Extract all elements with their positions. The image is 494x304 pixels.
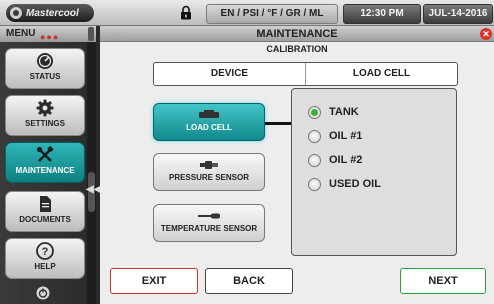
panel-header: ○○○ MAINTENANCE ✕ xyxy=(100,26,494,42)
sidebar-item-documents[interactable]: DOCUMENTS xyxy=(5,191,85,232)
load-cell-button[interactable]: LOAD CELL xyxy=(153,103,265,141)
maintenance-panel: ○○○ MAINTENANCE ✕ CALIBRATION DEVICE LOA… xyxy=(100,26,494,304)
sensor-label: PRESSURE SENSOR xyxy=(168,173,250,182)
selection-connector xyxy=(265,122,292,125)
menu-dots-icon: ●●● xyxy=(40,32,60,42)
close-icon[interactable]: ✕ xyxy=(480,28,492,40)
document-icon xyxy=(40,196,51,212)
logo-mark-icon xyxy=(10,7,22,19)
radio-used-oil[interactable]: USED OIL xyxy=(308,175,381,193)
sensor-label: TEMPERATURE SENSOR xyxy=(160,224,258,233)
temperature-sensor-button[interactable]: TEMPERATURE SENSOR xyxy=(153,204,265,242)
next-button[interactable]: NEXT xyxy=(400,268,486,294)
sidebar-item-maintenance[interactable]: MAINTENANCE xyxy=(5,142,85,183)
help-icon: ? xyxy=(36,242,54,260)
radio-oil-2[interactable]: OIL #2 xyxy=(308,151,362,169)
radio-icon[interactable] xyxy=(308,177,321,191)
sidebar-menu: MENU ●●● STATUS SETTINGS MAINTENANCE ◀◀ … xyxy=(0,26,101,304)
clock-date: JUL-14-2016 xyxy=(423,4,493,24)
gauge-icon xyxy=(37,53,53,69)
exit-button[interactable]: EXIT xyxy=(110,268,198,294)
option-label: USED OIL xyxy=(329,178,381,190)
sidebar-item-settings[interactable]: SETTINGS xyxy=(5,95,85,136)
radio-icon[interactable] xyxy=(308,129,321,143)
pressure-sensor-icon xyxy=(200,161,218,169)
menu-grip-icon[interactable] xyxy=(88,27,94,41)
menu-label: MENU xyxy=(6,28,36,39)
menu-header: MENU ●●● xyxy=(0,26,96,42)
lock-icon[interactable] xyxy=(180,5,192,20)
panel-dots-icon: ○○○ xyxy=(108,29,125,39)
sidebar-item-label: STATUS xyxy=(29,72,61,81)
load-cell-options: TANK OIL #1 OIL #2 USED OIL xyxy=(291,88,457,256)
option-label: OIL #1 xyxy=(329,130,363,142)
option-label: TANK xyxy=(329,106,359,118)
tab-device[interactable]: DEVICE xyxy=(154,63,306,85)
gear-icon xyxy=(36,99,54,117)
section-subtitle: CALIBRATION xyxy=(266,44,328,54)
sidebar-scrollbar[interactable] xyxy=(87,42,96,304)
load-cell-icon xyxy=(199,110,219,118)
pressure-sensor-button[interactable]: PRESSURE SENSOR xyxy=(153,153,265,191)
radio-selected-icon[interactable] xyxy=(308,105,321,119)
power-icon[interactable] xyxy=(36,286,50,300)
radio-tank[interactable]: TANK xyxy=(308,103,359,121)
sensor-label: LOAD CELL xyxy=(186,123,232,132)
brand-logo: Mastercool xyxy=(6,4,94,22)
sidebar-item-help[interactable]: ? HELP xyxy=(5,238,85,279)
radio-icon[interactable] xyxy=(308,153,321,167)
breadcrumb: DEVICE LOAD CELL xyxy=(153,62,458,86)
sidebar-item-label: HELP xyxy=(34,262,56,271)
page-title: MAINTENANCE xyxy=(256,28,338,40)
tools-icon xyxy=(36,146,54,162)
svg-text:?: ? xyxy=(42,246,49,258)
sidebar-item-status[interactable]: STATUS xyxy=(5,48,85,89)
logo-text: Mastercool xyxy=(26,7,79,19)
radio-oil-1[interactable]: OIL #1 xyxy=(308,127,362,145)
clock-time: 12:30 PM xyxy=(343,4,421,24)
temperature-sensor-icon xyxy=(198,213,220,219)
sidebar-item-label: SETTINGS xyxy=(24,119,65,128)
sidebar-item-label: MAINTENANCE xyxy=(15,166,75,175)
top-status-bar: Mastercool EN / PSI / °F / GR / ML 12:30… xyxy=(0,0,494,26)
sidebar-item-label: DOCUMENTS xyxy=(19,215,71,224)
option-label: OIL #2 xyxy=(329,154,363,166)
back-button[interactable]: BACK xyxy=(205,268,293,294)
tab-load-cell[interactable]: LOAD CELL xyxy=(306,63,457,85)
units-selector[interactable]: EN / PSI / °F / GR / ML xyxy=(206,4,338,24)
